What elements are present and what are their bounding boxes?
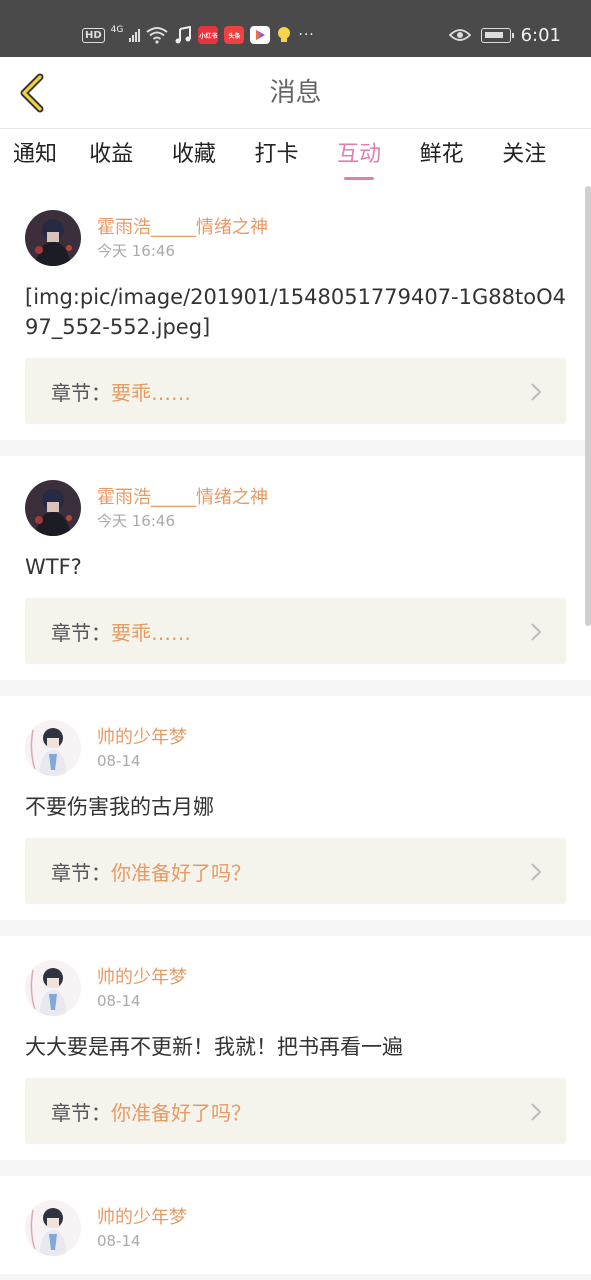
tab-label: 关注	[502, 142, 547, 167]
chapter-label: 章节：	[51, 380, 111, 405]
app-header: 消息	[0, 57, 591, 129]
tab-favorites[interactable]: 收藏	[153, 130, 236, 184]
chevron-right-icon	[531, 623, 542, 641]
chapter-link[interactable]: 章节： 要乖……	[25, 598, 566, 664]
tab-notifications[interactable]: 通知	[0, 130, 70, 184]
message-text: [img:pic/image/201901/1548051779407-1G88…	[25, 285, 566, 339]
status-bar: HD 4G 小红书 头条 ··· 6:01	[0, 0, 591, 57]
avatar[interactable]	[25, 480, 81, 536]
message-text: WTF?	[25, 555, 82, 579]
timestamp: 今天 16:46	[97, 242, 175, 260]
signal-icon	[129, 28, 141, 42]
avatar[interactable]	[25, 1200, 81, 1256]
tab-bar: 通知 收益 收藏 打卡 互动 鲜花 关注	[0, 130, 591, 184]
hd-badge: HD	[82, 27, 105, 43]
chapter-label: 章节：	[51, 1100, 111, 1125]
wifi-icon	[146, 27, 168, 44]
message-card: 帅的少年梦 08-14	[0, 1176, 591, 1274]
status-right-icons: 6:01	[448, 22, 561, 48]
page-title: 消息	[269, 78, 322, 108]
username[interactable]: 霍雨浩_____情绪之神	[97, 486, 268, 510]
chapter-title: 你准备好了吗？	[111, 1100, 251, 1125]
video-app-icon	[250, 26, 271, 44]
chevron-right-icon	[531, 1103, 542, 1121]
toutiao-app-icon: 头条	[224, 26, 245, 44]
tab-label: 收藏	[171, 142, 216, 167]
chevron-right-icon	[531, 863, 542, 881]
username[interactable]: 帅的少年梦	[97, 1206, 187, 1230]
music-icon	[175, 26, 192, 44]
clock: 6:01	[520, 24, 561, 46]
chapter-label: 章节：	[51, 620, 111, 645]
message-text: 不要伤害我的古月娜	[25, 795, 214, 819]
timestamp: 今天 16:46	[97, 512, 175, 530]
scrollbar[interactable]	[585, 186, 591, 626]
network-type: 4G	[110, 25, 124, 35]
chevron-left-icon[interactable]	[14, 71, 54, 115]
chapter-title: 要乖……	[111, 620, 191, 645]
chapter-label: 章节：	[51, 860, 111, 885]
username[interactable]: 帅的少年梦	[97, 966, 187, 990]
message-list[interactable]: 霍雨浩_____情绪之神 今天 16:46 [img:pic/image/201…	[0, 186, 591, 1280]
chevron-right-icon	[531, 383, 542, 401]
chapter-title: 你准备好了吗？	[111, 860, 251, 885]
message-card: 帅的少年梦 08-14 不要伤害我的古月娜 章节： 你准备好了吗？	[0, 696, 591, 920]
eye-icon	[448, 29, 471, 41]
tab-checkin[interactable]: 打卡	[235, 130, 318, 184]
tab-label: 收益	[89, 142, 134, 167]
chapter-link[interactable]: 章节： 要乖……	[25, 358, 566, 424]
status-left-icons: HD 4G 小红书 头条 ···	[82, 22, 315, 48]
timestamp: 08-14	[97, 752, 141, 770]
tab-following[interactable]: 关注	[483, 130, 566, 184]
bulb-icon	[278, 27, 291, 42]
tab-earnings[interactable]: 收益	[70, 130, 153, 184]
xiaohongshu-app-icon: 小红书	[198, 26, 219, 44]
battery-icon	[480, 27, 514, 43]
message-text: 大大要是再不更新！我就！把书再看一遍	[25, 1035, 403, 1059]
avatar[interactable]	[25, 960, 81, 1016]
tab-flowers[interactable]: 鲜花	[400, 130, 483, 184]
username[interactable]: 帅的少年梦	[97, 726, 187, 750]
chapter-link[interactable]: 章节： 你准备好了吗？	[25, 838, 566, 904]
avatar[interactable]	[25, 210, 81, 266]
message-card: 霍雨浩_____情绪之神 今天 16:46 [img:pic/image/201…	[0, 186, 591, 440]
tab-interaction[interactable]: 互动	[318, 130, 401, 184]
chapter-link[interactable]: 章节： 你准备好了吗？	[25, 1078, 566, 1144]
tab-label: 互动	[337, 142, 382, 167]
username[interactable]: 霍雨浩_____情绪之神	[97, 216, 268, 240]
tab-label: 通知	[12, 142, 57, 167]
message-card: 霍雨浩_____情绪之神 今天 16:46 WTF? 章节： 要乖……	[0, 456, 591, 680]
more-notifications-icon: ···	[298, 27, 315, 43]
timestamp: 08-14	[97, 992, 141, 1010]
chapter-title: 要乖……	[111, 380, 191, 405]
timestamp: 08-14	[97, 1232, 141, 1250]
message-card: 帅的少年梦 08-14 大大要是再不更新！我就！把书再看一遍 章节： 你准备好了吗…	[0, 936, 591, 1160]
active-tab-indicator	[344, 177, 375, 180]
tab-label: 打卡	[254, 142, 299, 167]
avatar[interactable]	[25, 720, 81, 776]
tab-label: 鲜花	[419, 142, 464, 167]
